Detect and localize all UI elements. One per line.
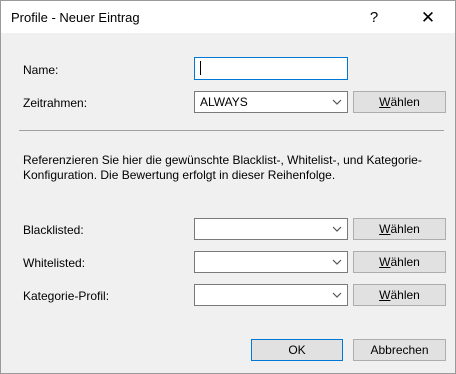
zeitrahmen-value: ALWAYS bbox=[200, 95, 248, 109]
chevron-down-icon bbox=[332, 292, 342, 298]
profile-dialog: Profile - Neuer Eintrag ? ✕ Name: Zeitra… bbox=[0, 0, 456, 374]
kategorie-choose-button[interactable]: Wählen bbox=[353, 284, 446, 306]
info-text: Referenzieren Sie hier die gewünschte Bl… bbox=[23, 153, 422, 182]
close-button[interactable]: ✕ bbox=[413, 7, 443, 29]
whitelisted-select[interactable] bbox=[194, 251, 348, 273]
ok-button[interactable]: OK bbox=[251, 339, 343, 361]
whitelisted-choose-button[interactable]: Wählen bbox=[353, 251, 446, 273]
window-title: Profile - Neuer Eintrag bbox=[11, 10, 140, 25]
kategorie-label: Kategorie-Profil: bbox=[23, 289, 110, 303]
name-label: Name: bbox=[23, 63, 59, 77]
separator bbox=[19, 130, 444, 131]
blacklisted-label: Blacklisted: bbox=[23, 223, 84, 237]
whitelisted-label: Whitelisted: bbox=[23, 256, 86, 270]
chevron-down-icon bbox=[332, 226, 342, 232]
name-input[interactable] bbox=[194, 57, 348, 80]
title-bar: Profile - Neuer Eintrag ? ✕ bbox=[1, 1, 455, 33]
zeitrahmen-label: Zeitrahmen: bbox=[23, 96, 88, 110]
blacklisted-select[interactable] bbox=[194, 218, 348, 240]
blacklisted-choose-button[interactable]: Wählen bbox=[353, 218, 446, 240]
chevron-down-icon bbox=[332, 99, 342, 105]
kategorie-select[interactable] bbox=[194, 284, 348, 306]
help-button[interactable]: ? bbox=[359, 7, 389, 29]
text-caret bbox=[200, 61, 201, 75]
zeitrahmen-choose-button[interactable]: Wählen bbox=[353, 91, 446, 113]
zeitrahmen-select[interactable]: ALWAYS bbox=[194, 91, 348, 113]
cancel-button[interactable]: Abbrechen bbox=[353, 339, 446, 361]
chevron-down-icon bbox=[332, 259, 342, 265]
